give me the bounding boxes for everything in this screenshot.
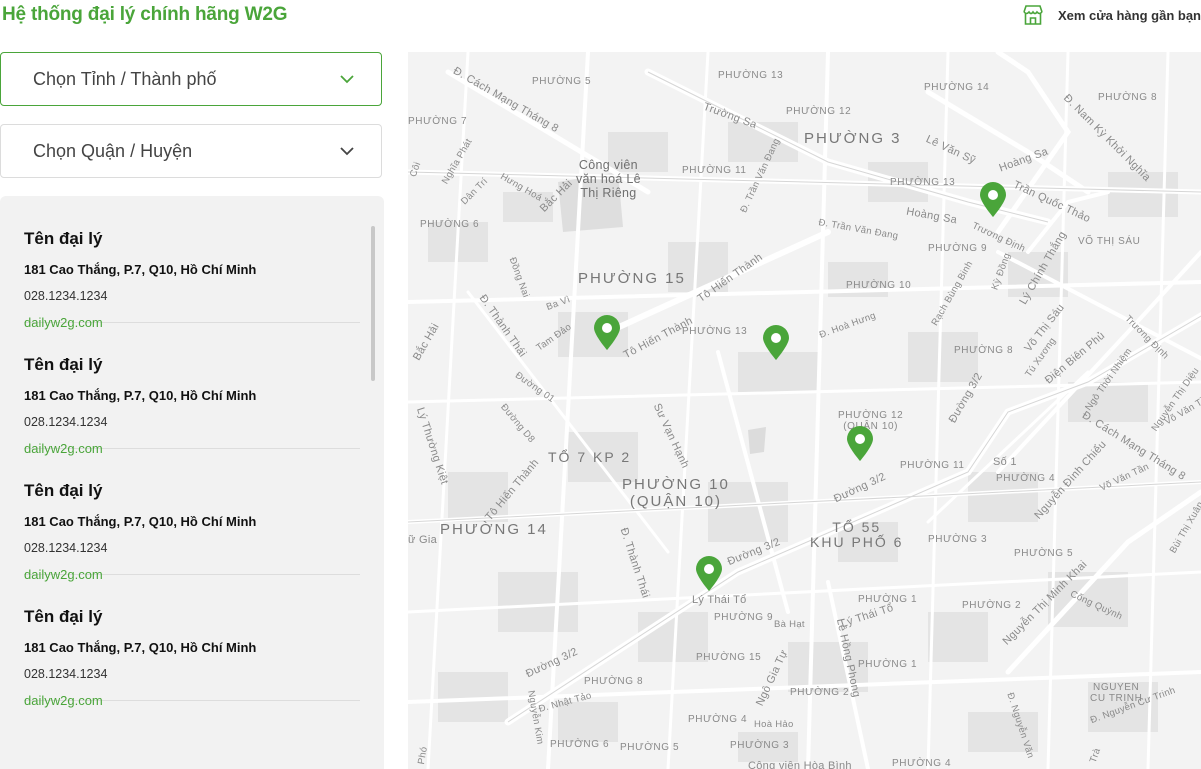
map-ward-label: PHƯỜNG 9 [928, 243, 988, 254]
map-ward-label: PHƯỜNG 4 [892, 758, 952, 769]
map-ward-label: PHƯỜNG 12 [786, 106, 852, 117]
map-pin-icon[interactable] [846, 426, 874, 462]
map-ward-label: PHƯỜNG 11 [900, 460, 965, 471]
dealer-phone: 028.1234.1234 [24, 415, 108, 429]
nearby-stores-link[interactable]: Xem cửa hàng gần bạn [1022, 2, 1201, 28]
map-ward-label: PHƯỜNG 3 [730, 740, 790, 751]
dealer-address: 181 Cao Thắng, P.7, Q10, Hồ Chí Minh [24, 514, 257, 529]
map-ward-label: PHƯỜNG 11 [682, 165, 747, 176]
map-ward-label: PHƯỜNG 14 [924, 82, 990, 93]
map-area-label: PHƯỜNG 10 (QUẬN 10) [622, 476, 730, 510]
district-select-label: Chọn Quận / Huyện [33, 140, 193, 161]
map-pin-icon[interactable] [762, 325, 790, 361]
store-map[interactable]: PHƯỜNG 15 PHƯỜNG 3 PHƯỜNG 10 (QUẬN 10) P… [408, 52, 1201, 769]
nearby-stores-label: Xem cửa hàng gần bạn [1057, 7, 1201, 23]
map-street-label: Công viên Hòa Bình [748, 760, 852, 769]
map-ward-label: PHƯỜNG 4 [996, 473, 1056, 484]
dealer-address: 181 Cao Thắng, P.7, Q10, Hồ Chí Minh [24, 262, 257, 277]
map-pin-icon[interactable] [695, 556, 723, 592]
map-street-label: Hoà Hảo [754, 719, 794, 730]
map-ward-label: PHƯỜNG 8 [954, 345, 1014, 356]
map-ward-label: PHƯỜNG 13 [718, 70, 784, 81]
dealer-phone: 028.1234.1234 [24, 667, 108, 681]
dealer-item[interactable]: Tên đại lý 181 Cao Thắng, P.7, Q10, Hồ C… [24, 574, 360, 708]
map-ward-label: PHƯỜNG 3 [928, 534, 988, 545]
dealer-name: Tên đại lý [24, 607, 103, 626]
dealer-address: 181 Cao Thắng, P.7, Q10, Hồ Chí Minh [24, 388, 257, 403]
map-area-label: TỔ 55 KHU PHỐ 6 [810, 519, 904, 550]
map-ward-label: PHƯỜNG 13 [682, 326, 748, 337]
dealer-name: Tên đại lý [24, 229, 103, 248]
map-ward-label: PHƯỜNG 15 [696, 652, 762, 663]
map-street-label: Số 1 [993, 456, 1017, 468]
map-ward-label: PHƯỜNG 5 [532, 76, 592, 87]
map-area-label: TỔ 7 KP 2 [548, 449, 632, 465]
map-ward-label: PHƯỜNG 6 [550, 739, 610, 750]
dealer-address: 181 Cao Thắng, P.7, Q10, Hồ Chí Minh [24, 640, 257, 655]
map-ward-label: PHƯỜNG 8 [584, 676, 644, 687]
dealer-name: Tên đại lý [24, 481, 103, 500]
province-select[interactable]: Chọn Tỉnh / Thành phố [0, 52, 382, 106]
dealer-phone: 028.1234.1234 [24, 541, 108, 555]
dealer-list[interactable]: Tên đại lý 181 Cao Thắng, P.7, Q10, Hồ C… [0, 196, 384, 769]
map-pin-icon[interactable] [979, 182, 1007, 218]
map-ward-label: PHƯỜNG 7 [408, 116, 468, 127]
map-street-label: ữ Gia [408, 534, 438, 546]
map-ward-label: VÕ THỊ SÁU [1078, 236, 1141, 247]
page-title: Hệ thống đại lý chính hãng W2G [2, 4, 288, 25]
dealer-item[interactable]: Tên đại lý 181 Cao Thắng, P.7, Q10, Hồ C… [24, 448, 360, 582]
map-street-label: Lý Thái Tổ [692, 594, 747, 606]
map-area-label: PHƯỜNG 15 [578, 270, 686, 287]
map-ward-label: PHƯỜNG 5 [620, 742, 680, 753]
map-ward-label: PHƯỜNG 8 [1098, 92, 1158, 103]
map-area-label: PHƯỜNG 3 [804, 130, 902, 147]
park-label: Công viên văn hoá Lê Thị Riêng [576, 158, 641, 200]
dealer-item[interactable]: Tên đại lý 181 Cao Thắng, P.7, Q10, Hồ C… [24, 196, 360, 330]
map-streets [408, 52, 1201, 769]
district-select[interactable]: Chọn Quận / Huyện [0, 124, 382, 178]
dealer-phone: 028.1234.1234 [24, 289, 108, 303]
store-icon [1022, 4, 1044, 26]
map-ward-label: PHƯỜNG 2 [962, 600, 1022, 611]
province-select-label: Chọn Tỉnh / Thành phố [33, 68, 217, 89]
map-ward-label: PHƯỜNG 10 [846, 280, 912, 291]
map-ward-label: PHƯỜNG 9 [714, 612, 774, 623]
map-ward-label: PHƯỜNG 5 [1014, 548, 1074, 559]
dealer-name: Tên đại lý [24, 355, 103, 374]
map-ward-label: PHƯỜNG 1 [858, 659, 918, 670]
map-ward-label: PHƯỜNG 13 [890, 177, 956, 188]
list-scrollbar[interactable] [371, 226, 375, 381]
map-ward-label: PHƯỜNG 4 [688, 714, 748, 725]
map-ward-label: PHƯỜNG 2 [790, 687, 850, 698]
map-ward-label: PHƯỜNG 6 [420, 219, 480, 230]
chevron-down-icon [340, 147, 354, 156]
dealer-website-link[interactable]: dailyw2g.com [24, 693, 103, 708]
map-area-label: PHƯỜNG 14 [440, 521, 548, 538]
map-street-label: Bà Hạt [774, 619, 805, 630]
map-pin-icon[interactable] [593, 315, 621, 351]
dealer-item[interactable]: Tên đại lý 181 Cao Thắng, P.7, Q10, Hồ C… [24, 322, 360, 456]
chevron-down-icon [340, 75, 354, 84]
